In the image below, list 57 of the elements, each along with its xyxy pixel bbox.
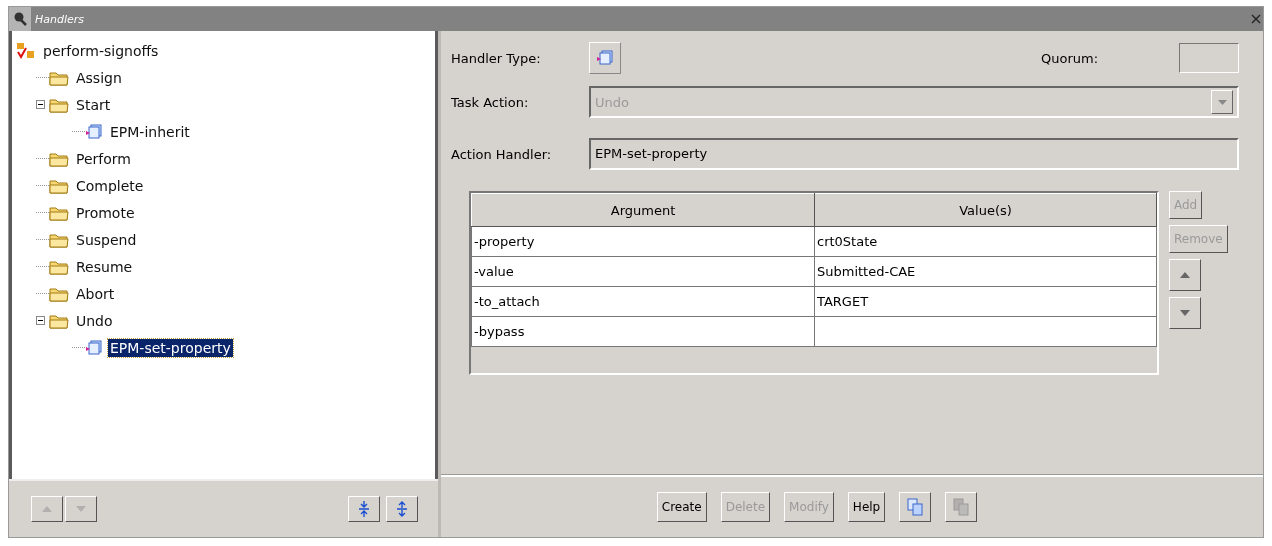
process-icon xyxy=(16,41,36,60)
folder-icon xyxy=(49,150,69,167)
tree-item[interactable]: Start xyxy=(74,95,113,114)
folder-icon xyxy=(49,312,69,329)
down-arrow-button[interactable] xyxy=(1169,297,1201,329)
handler-type-button[interactable] xyxy=(589,42,621,74)
folder-icon xyxy=(49,69,69,86)
paste-icon xyxy=(953,498,970,516)
table-cell: -to_attach xyxy=(471,286,815,317)
tree-item[interactable]: EPM-set-property xyxy=(108,338,233,357)
field-label: Handler Type: xyxy=(451,50,542,66)
copy-icon xyxy=(907,498,924,516)
folder-icon xyxy=(49,258,69,275)
collapse-icon xyxy=(397,501,407,517)
tree-item[interactable]: Promote xyxy=(74,203,137,222)
folder-icon xyxy=(49,204,69,221)
tree-item[interactable]: Resume xyxy=(74,257,135,276)
field-label: Action Handler: xyxy=(451,146,553,162)
up-arrow-icon xyxy=(1180,272,1190,278)
copy-button[interactable] xyxy=(899,492,932,522)
folder-icon xyxy=(49,285,69,302)
quorum-field[interactable] xyxy=(1179,43,1239,73)
table-cell: Submitted-CAE xyxy=(814,256,1157,287)
expand-icon xyxy=(359,501,369,517)
folder-icon xyxy=(49,96,69,113)
tree-item[interactable]: Perform xyxy=(74,149,133,168)
expand-button[interactable] xyxy=(348,496,380,522)
column-header[interactable]: Value(s) xyxy=(814,193,1157,227)
tree-item[interactable]: Suspend xyxy=(74,230,139,249)
folder-icon xyxy=(49,177,69,194)
tree-item[interactable]: Abort xyxy=(74,284,117,303)
window-title: Handlers xyxy=(35,12,86,26)
column-header[interactable]: Argument xyxy=(471,193,815,227)
collapse-button[interactable] xyxy=(386,496,418,522)
table-cell: TARGET xyxy=(814,286,1157,317)
action-handler-field[interactable]: EPM-set-property xyxy=(589,138,1239,170)
table-cell: crt0State xyxy=(814,226,1157,257)
tree-item[interactable]: Assign xyxy=(74,68,124,87)
down-arrow-icon xyxy=(1180,310,1190,316)
table-cell: -bypass xyxy=(471,316,815,347)
button[interactable]: Help xyxy=(847,492,886,522)
collapse-toggle-icon[interactable] xyxy=(36,316,45,325)
field-label: Quorum: xyxy=(1041,50,1100,66)
folder-icon xyxy=(49,231,69,248)
field-label: Task Action: xyxy=(451,94,530,110)
up-arrow-button[interactable] xyxy=(1169,259,1201,291)
close-icon[interactable] xyxy=(1251,14,1261,24)
button[interactable]: Create xyxy=(656,492,707,522)
tree-item[interactable]: Undo xyxy=(74,311,115,330)
tree-item[interactable]: Complete xyxy=(74,176,146,195)
tree-item[interactable]: perform-signoffs xyxy=(41,41,161,60)
collapse-toggle-icon[interactable] xyxy=(36,100,45,109)
table-cell: -value xyxy=(471,256,815,287)
down-arrow-icon xyxy=(76,506,86,512)
table-cell: -property xyxy=(471,226,815,257)
tree-item[interactable]: EPM-inherit xyxy=(108,122,192,141)
up-arrow-icon xyxy=(42,506,52,512)
